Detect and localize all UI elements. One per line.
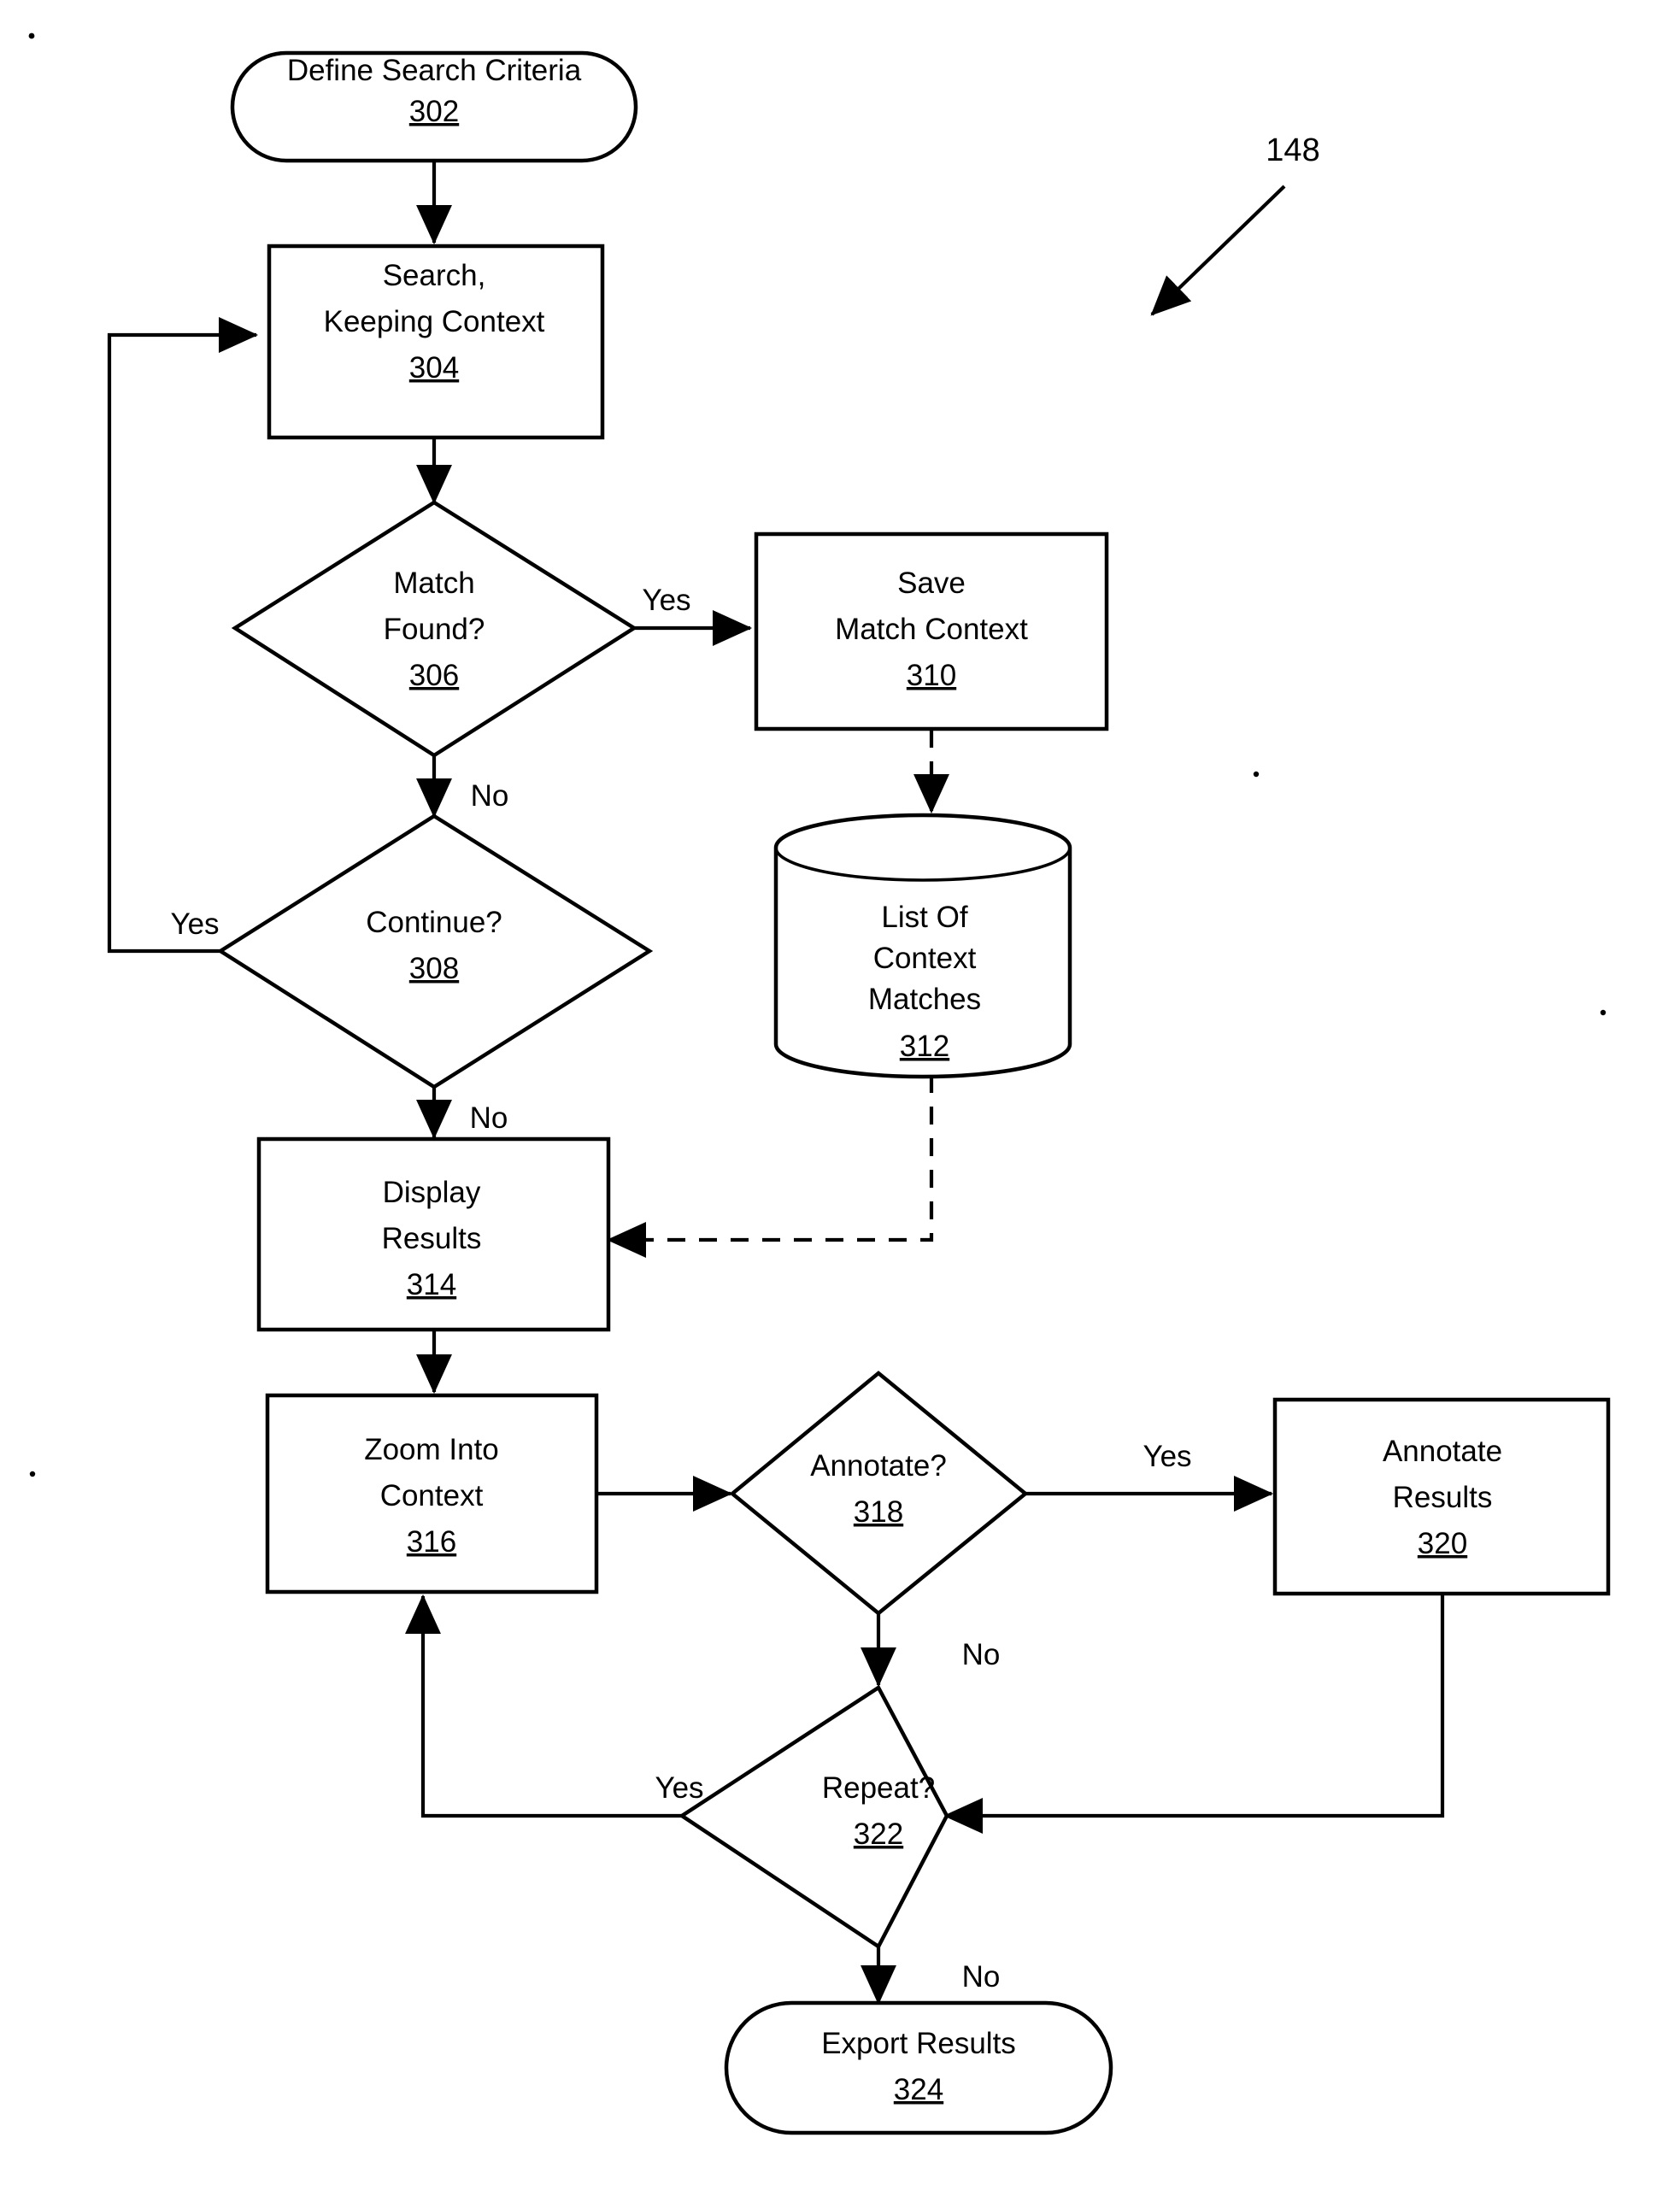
node-save-match-context-label-1: Save bbox=[897, 567, 966, 600]
node-repeat-question[interactable] bbox=[678, 1684, 949, 1950]
edge-label-repeat-yes: Yes bbox=[655, 1771, 703, 1805]
node-continue-label: Continue? bbox=[366, 906, 502, 939]
node-repeat-question-label: Repeat? bbox=[822, 1771, 935, 1805]
node-list-of-context-matches-label-2: Context bbox=[873, 942, 977, 975]
node-zoom-into-context-label-1: Zoom Into bbox=[364, 1433, 499, 1466]
edge-annotate-results-to-repeat bbox=[943, 1595, 1445, 1834]
figure-reference-label: 148 bbox=[1266, 132, 1319, 168]
node-repeat-question-ref: 322 bbox=[854, 1817, 903, 1851]
scan-speck bbox=[1600, 1009, 1607, 1016]
node-define-search-criteria-label: Define Search Criteria bbox=[287, 54, 582, 87]
figure-pointer-arrow bbox=[1150, 185, 1286, 316]
edge-repeat-yes-to-zoom bbox=[405, 1594, 682, 1818]
node-export-results[interactable] bbox=[724, 2000, 1113, 2135]
node-export-results-label: Export Results bbox=[821, 2027, 1016, 2060]
node-match-found-label-1: Match bbox=[393, 567, 474, 600]
node-match-found-label-2: Found? bbox=[384, 613, 485, 646]
edge-label-match-yes: Yes bbox=[642, 584, 690, 617]
node-display-results-label-1: Display bbox=[383, 1176, 481, 1209]
node-search-keeping-context-label-1: Search, bbox=[383, 259, 486, 292]
edge-label-annotate-yes: Yes bbox=[1143, 1440, 1191, 1473]
scan-speck bbox=[29, 1471, 36, 1477]
edge-label-repeat-no: No bbox=[962, 1960, 1001, 1994]
flowchart-page: Define Search Criteria 302 Search, Keepi… bbox=[0, 0, 1680, 2208]
node-display-results-label-2: Results bbox=[382, 1222, 482, 1255]
node-save-match-context-label-2: Match Context bbox=[835, 613, 1028, 646]
node-zoom-into-context-ref: 316 bbox=[407, 1525, 456, 1559]
scan-speck bbox=[1253, 771, 1260, 778]
node-save-match-context-ref: 310 bbox=[907, 659, 956, 692]
node-annotate-results-label-1: Annotate bbox=[1383, 1435, 1502, 1468]
node-export-results-ref: 324 bbox=[894, 2073, 943, 2106]
edge-label-continue-yes: Yes bbox=[170, 907, 219, 941]
node-search-keeping-context-label-2: Keeping Context bbox=[324, 305, 545, 338]
node-continue-ref: 308 bbox=[409, 952, 459, 985]
node-annotate-question-ref: 318 bbox=[854, 1495, 903, 1529]
edge-continue-yes-to-search bbox=[107, 317, 259, 954]
node-zoom-into-context-label-2: Context bbox=[380, 1479, 484, 1512]
node-annotate-results-ref: 320 bbox=[1418, 1527, 1467, 1560]
node-match-found-ref: 306 bbox=[409, 659, 459, 692]
node-display-results-ref: 314 bbox=[407, 1268, 456, 1301]
node-annotate-question[interactable] bbox=[729, 1371, 1029, 1616]
node-define-search-criteria-ref: 302 bbox=[409, 95, 459, 128]
edge-label-continue-no: No bbox=[470, 1101, 508, 1135]
scan-speck bbox=[28, 32, 35, 39]
edge-label-match-no: No bbox=[471, 779, 509, 813]
flowchart-canvas: Define Search Criteria 302 Search, Keepi… bbox=[28, 32, 1611, 2135]
edge-list-to-display bbox=[606, 1075, 934, 1258]
node-annotate-question-label: Annotate? bbox=[810, 1449, 947, 1483]
node-annotate-results-label-2: Results bbox=[1393, 1481, 1493, 1514]
node-list-of-context-matches-label-3: Matches bbox=[868, 983, 981, 1016]
node-search-keeping-context-ref: 304 bbox=[409, 351, 459, 385]
edge-label-annotate-no: No bbox=[962, 1638, 1001, 1671]
node-list-of-context-matches-label-1: List Of bbox=[881, 901, 967, 934]
node-list-of-context-matches-ref: 312 bbox=[900, 1030, 949, 1063]
